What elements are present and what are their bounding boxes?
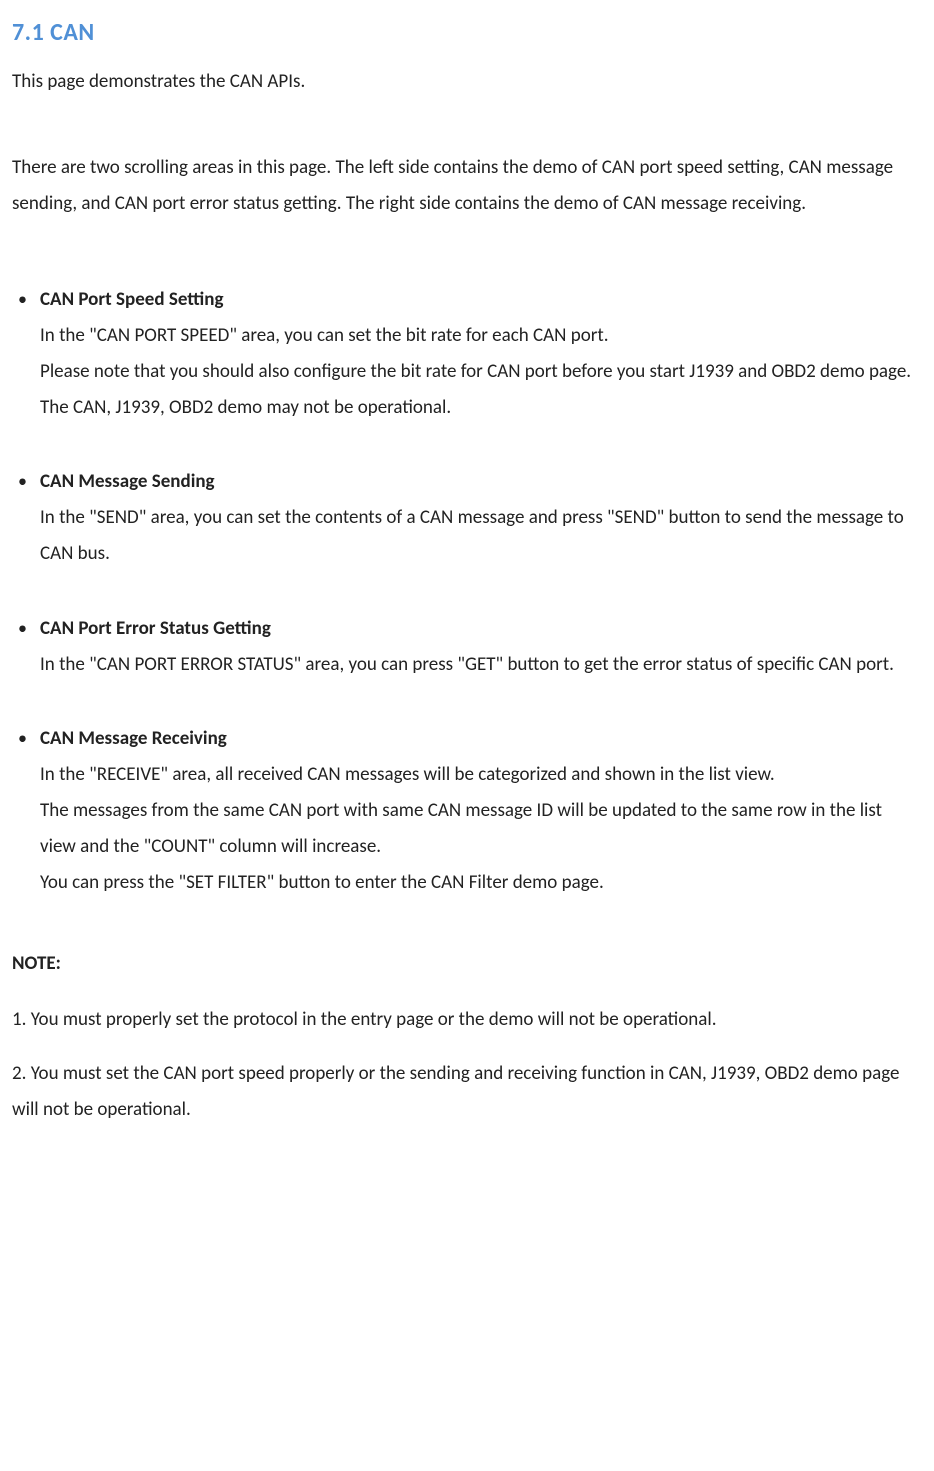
list-item-body: In the "SEND" area, you can set the cont… <box>40 506 904 565</box>
list-item: CAN Message Receiving In the "RECEIVE" a… <box>40 721 922 901</box>
list-item: CAN Port Speed Setting In the "CAN PORT … <box>40 282 922 426</box>
note-item: 2. You must set the CAN port speed prope… <box>12 1056 922 1128</box>
list-item-body: In the "CAN PORT SPEED" area, you can se… <box>40 324 911 419</box>
section-heading: 7.1 CAN <box>12 10 922 56</box>
feature-list: CAN Port Speed Setting In the "CAN PORT … <box>12 282 922 901</box>
note-label: NOTE: <box>12 946 922 982</box>
overview-description: There are two scrolling areas in this pa… <box>12 150 922 222</box>
list-item-title: CAN Port Speed Setting <box>40 282 922 318</box>
note-item: 1. You must properly set the protocol in… <box>12 1002 922 1038</box>
intro-text: This page demonstrates the CAN APIs. <box>12 64 922 100</box>
list-item-title: CAN Message Sending <box>40 464 922 500</box>
list-item-title: CAN Message Receiving <box>40 721 922 757</box>
list-item-body: In the "CAN PORT ERROR STATUS" area, you… <box>40 653 894 676</box>
list-item-title: CAN Port Error Status Getting <box>40 611 922 647</box>
list-item: CAN Message Sending In the "SEND" area, … <box>40 464 922 572</box>
list-item-body: In the "RECEIVE" area, all received CAN … <box>40 763 882 894</box>
list-item: CAN Port Error Status Getting In the "CA… <box>40 611 922 683</box>
